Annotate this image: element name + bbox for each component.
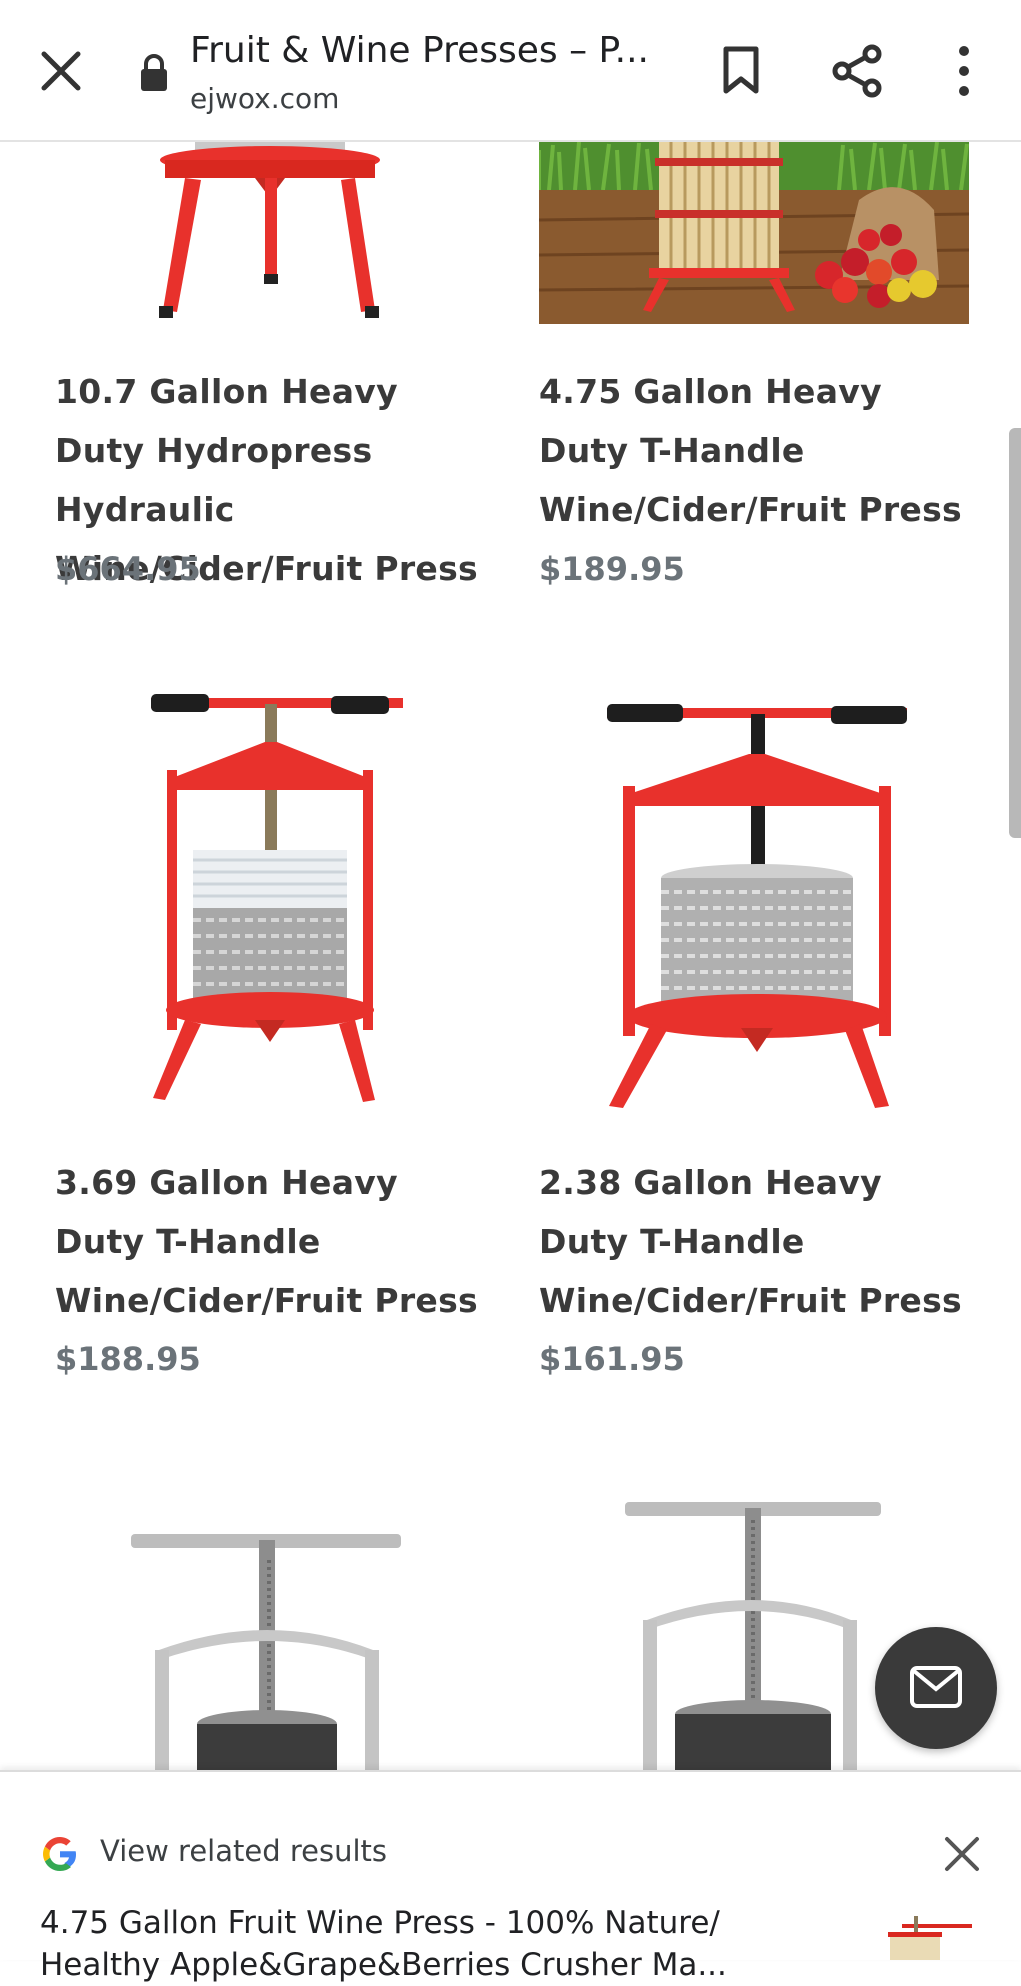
product-name[interactable]: 4.75 Gallon Heavy Duty T-Handle Wine/Cid… <box>539 362 979 539</box>
product-price: $161.95 <box>539 1340 685 1378</box>
product-image[interactable] <box>55 680 495 1110</box>
lock-icon <box>141 54 167 91</box>
product-price: $664.95 <box>55 550 201 588</box>
product-name[interactable]: 2.38 Gallon Heavy Duty T-Handle Wine/Cid… <box>539 1153 979 1330</box>
page-domain: ejwox.com <box>190 82 340 115</box>
product-card[interactable]: 2.38 Gallon Heavy Duty T-Handle Wine/Cid… <box>539 680 979 1380</box>
mail-button[interactable] <box>875 1627 997 1749</box>
more-vert-icon[interactable] <box>950 44 978 98</box>
scrollbar[interactable] <box>1009 428 1021 838</box>
product-image[interactable] <box>539 140 969 324</box>
product-card[interactable]: 10.7 Gallon Heavy Duty Hydropress Hydrau… <box>55 140 495 600</box>
related-results-sheet: View related results 4.75 Gallon Fruit W… <box>0 1770 1021 1983</box>
product-grid: 10.7 Gallon Heavy Duty Hydropress Hydrau… <box>0 140 1021 1770</box>
bookmark-icon[interactable] <box>718 45 764 95</box>
share-icon[interactable] <box>832 44 884 98</box>
close-icon[interactable] <box>942 1834 982 1874</box>
view-related-results-label[interactable]: View related results <box>100 1834 387 1868</box>
product-name[interactable]: 3.69 Gallon Heavy Duty T-Handle Wine/Cid… <box>55 1153 495 1330</box>
page-title: Fruit & Wine Presses – P... <box>190 30 649 71</box>
google-g-icon <box>43 1837 76 1871</box>
product-card[interactable]: 4.75 Gallon Heavy Duty T-Handle Wine/Cid… <box>539 140 979 600</box>
related-result-link[interactable]: 4.75 Gallon Fruit Wine Press - 100% Natu… <box>40 1902 840 1986</box>
product-image[interactable] <box>539 680 979 1110</box>
product-price: $189.95 <box>539 550 685 588</box>
product-price: $188.95 <box>55 1340 201 1378</box>
product-image[interactable] <box>55 140 495 320</box>
browser-top-bar: Fruit & Wine Presses – P... ejwox.com <box>0 0 1021 142</box>
mail-icon <box>910 1666 962 1708</box>
product-card[interactable] <box>55 1460 495 1770</box>
product-image[interactable] <box>55 1460 495 1770</box>
product-card[interactable]: 3.69 Gallon Heavy Duty T-Handle Wine/Cid… <box>55 680 495 1380</box>
related-result-thumbnail[interactable] <box>872 1912 982 1960</box>
close-icon[interactable] <box>36 46 86 96</box>
